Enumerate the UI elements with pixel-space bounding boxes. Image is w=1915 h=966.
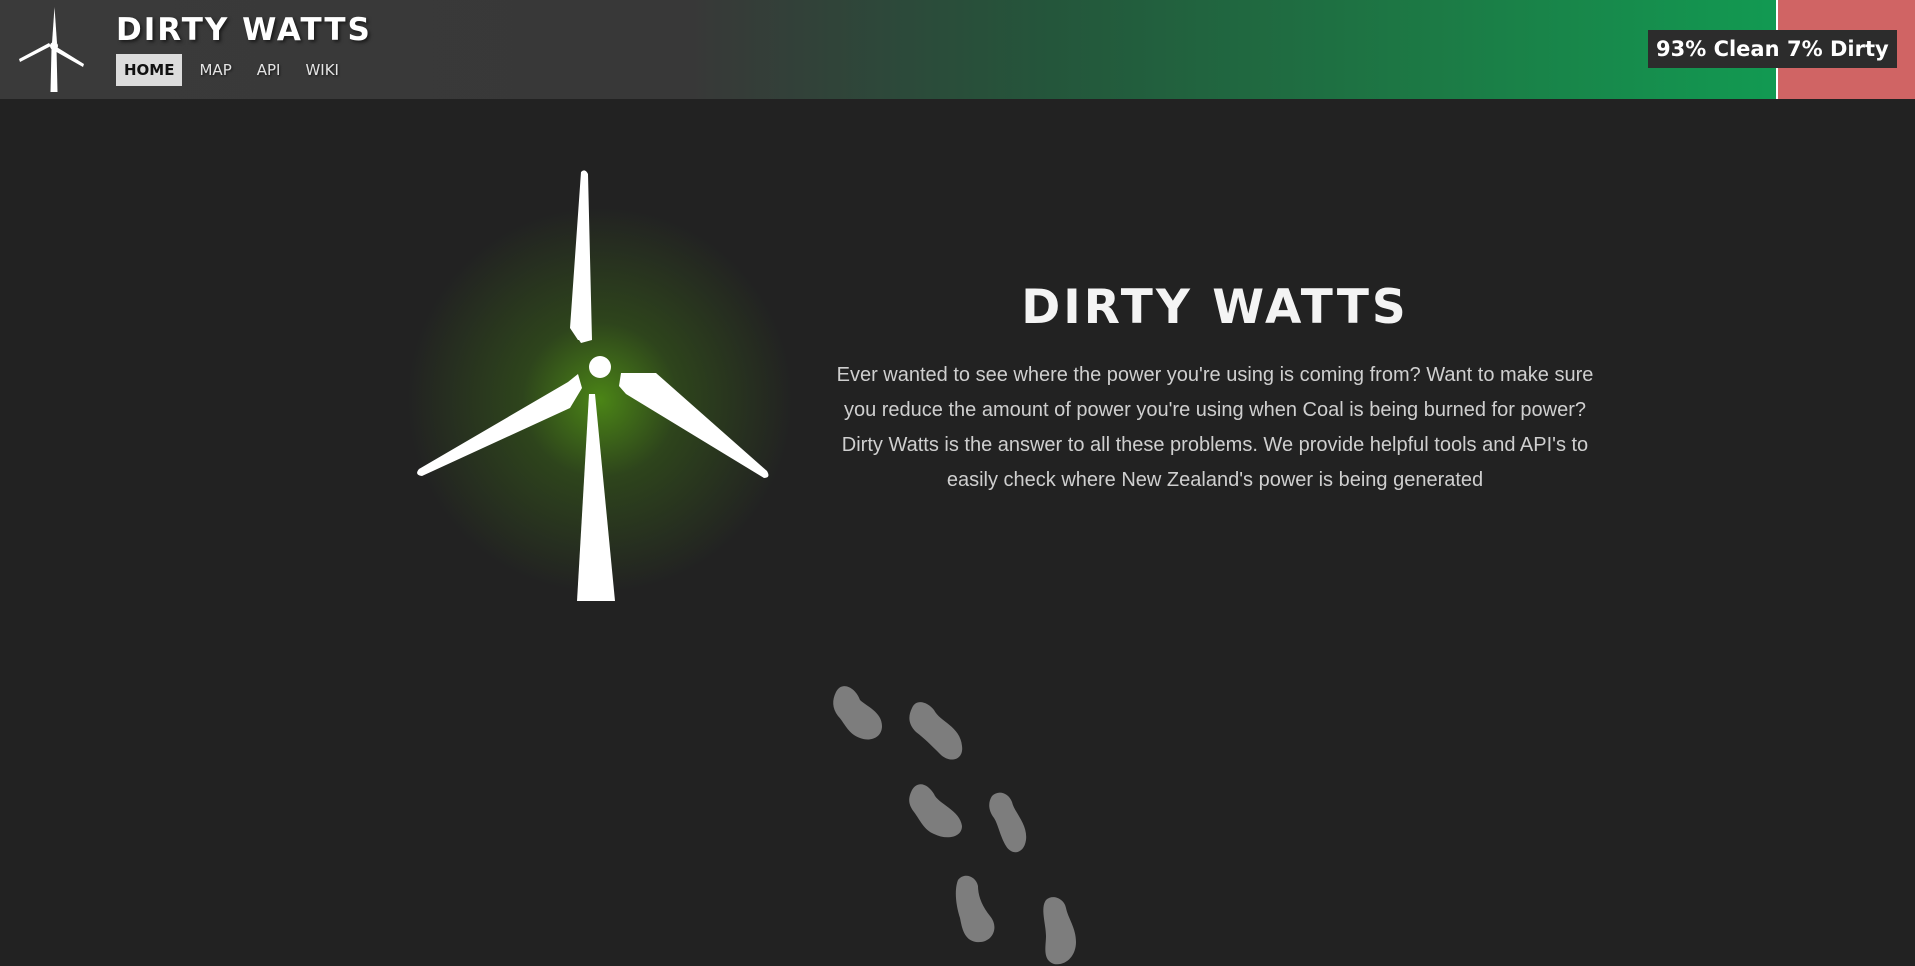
nav-wiki[interactable]: WIKI	[297, 54, 347, 86]
nav-api[interactable]: API	[249, 54, 289, 86]
footsteps-icon	[833, 686, 1076, 965]
hero-section: DIRTY WATTS Ever wanted to see where the…	[830, 280, 1600, 498]
nav-home[interactable]: HOME	[116, 54, 183, 86]
nav-map[interactable]: MAP	[191, 54, 239, 86]
main-nav: HOME MAP API WIKI	[116, 54, 347, 86]
header-bar: DIRTY WATTS HOME MAP API WIKI 93% Clean …	[0, 0, 1915, 99]
wind-turbine-icon	[417, 170, 769, 601]
hero-description: Ever wanted to see where the power you'r…	[836, 364, 1594, 491]
wind-turbine-icon[interactable]	[14, 6, 88, 92]
dirty-percentage-badge: 7% Dirty	[1779, 30, 1897, 68]
clean-percentage-badge: 93% Clean	[1648, 30, 1788, 68]
brand-title[interactable]: DIRTY WATTS	[116, 11, 372, 49]
hero-title: DIRTY WATTS	[1021, 280, 1409, 335]
